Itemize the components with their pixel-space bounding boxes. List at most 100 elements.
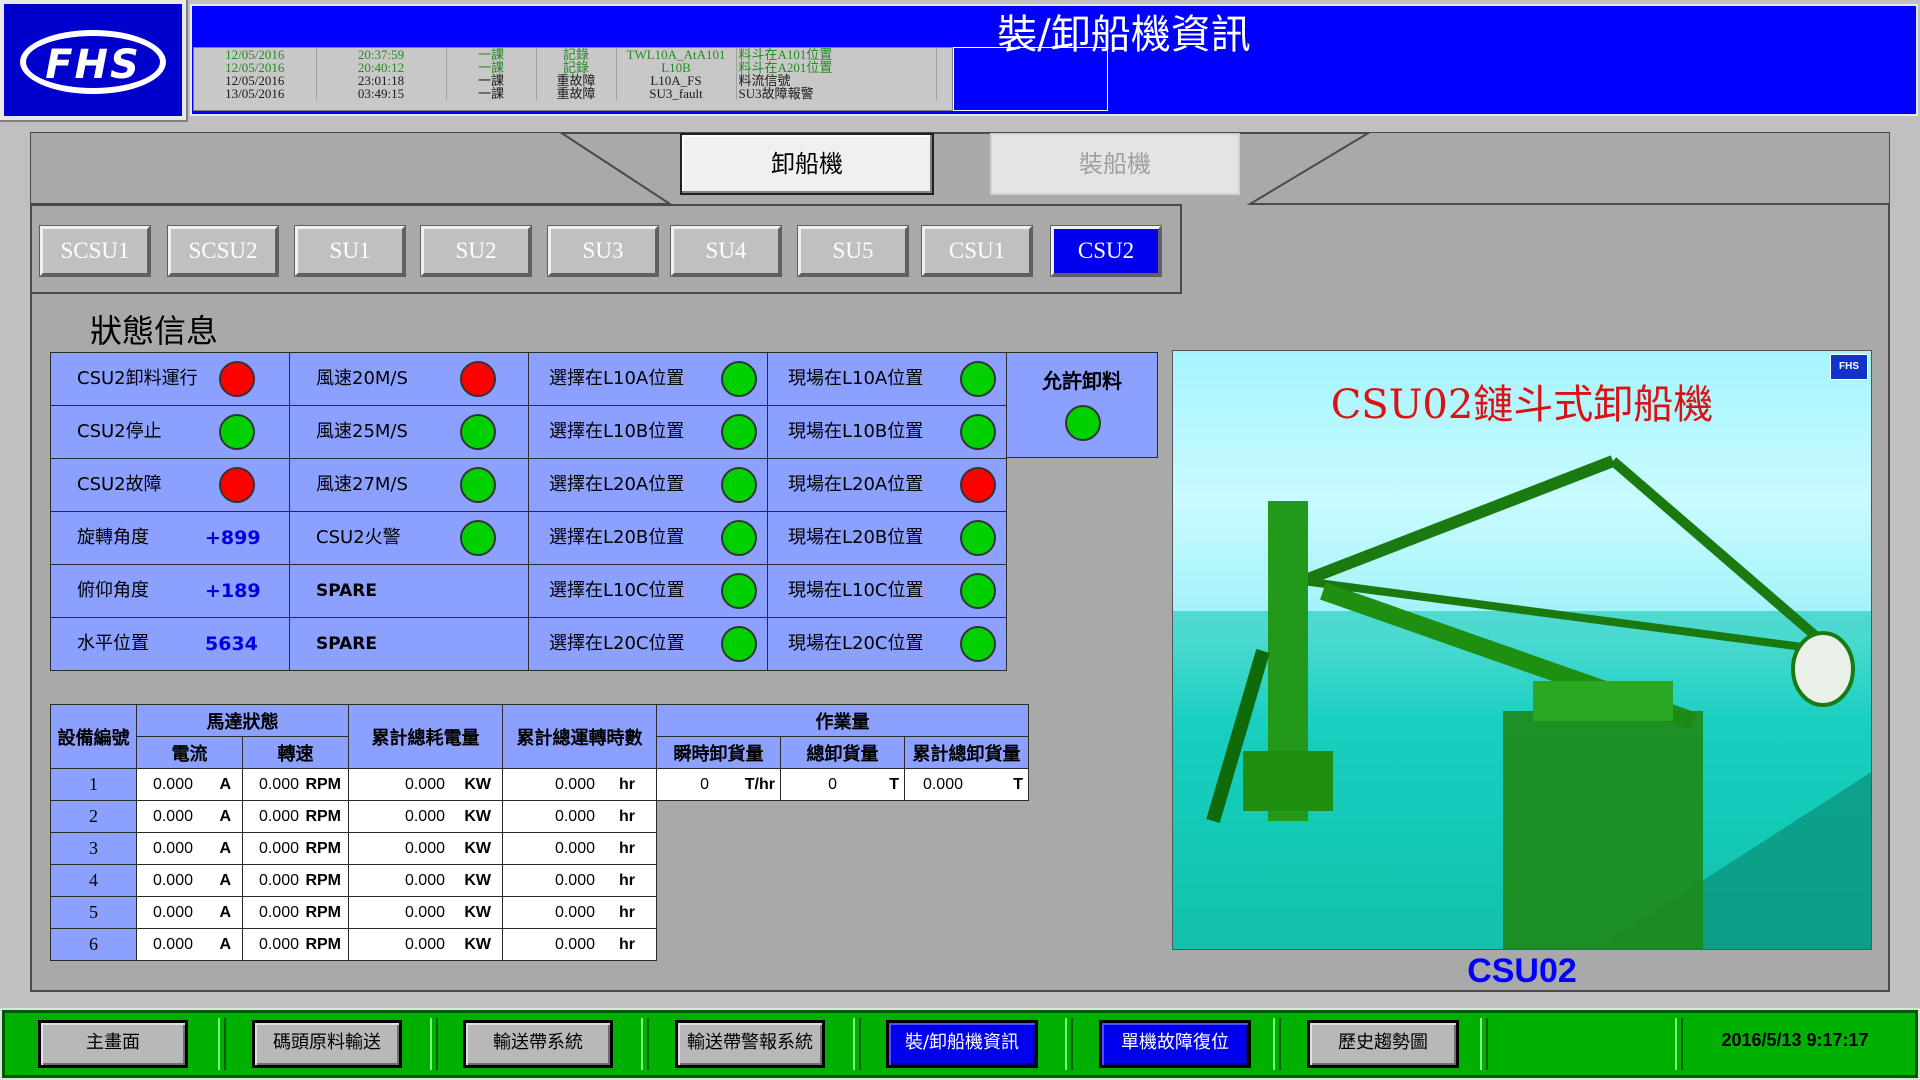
unit-button-scsu1[interactable]: SCSU1 <box>39 225 151 277</box>
runtime-value: 0.000 <box>554 903 595 921</box>
current-cell: 0.000 A <box>136 832 243 865</box>
status-label: 水平位置 <box>77 633 149 654</box>
speed-cell: 0.000 RPM <box>242 832 349 865</box>
status-label: 風速20M/S <box>316 368 408 389</box>
current-value: 0.000 <box>152 775 193 793</box>
speed-unit: RPM <box>305 839 341 857</box>
status-lamp-green-icon <box>219 414 255 450</box>
status-cell: SPARE <box>289 617 529 671</box>
status-label: SPARE <box>316 581 378 601</box>
runtime-value: 0.000 <box>554 935 595 953</box>
nav-button-7[interactable]: 歷史趨勢圖 <box>1307 1020 1459 1068</box>
unit-button-su5[interactable]: SU5 <box>797 225 909 277</box>
nav-button-5[interactable]: 裝/卸船機資訊 <box>886 1020 1038 1068</box>
status-cell: 選擇在L20A位置 <box>528 458 768 512</box>
nav-button-6[interactable]: 單機故障復位 <box>1099 1020 1251 1068</box>
col-device-no: 設備編號 <box>50 704 137 769</box>
table-row: 1 0.000 A 0.000 RPM 0.000 KW 0.000 hr 0 T/hr 0 T 0.00… <box>50 768 1029 801</box>
table-row: 3 0.000 A 0.000 RPM 0.000 KW 0.000 hr <box>50 832 1029 865</box>
permit-unload-cell: 允許卸料 <box>1006 352 1158 458</box>
unit-button-csu1[interactable]: CSU1 <box>921 225 1033 277</box>
status-cell: 現場在L10C位置 <box>767 564 1007 618</box>
unit-button-csu2[interactable]: CSU2 <box>1050 225 1162 277</box>
table-row: 5 0.000 A 0.000 RPM 0.000 KW 0.000 hr <box>50 896 1029 929</box>
status-label: 風速27M/S <box>316 474 408 495</box>
status-label: 現場在L10C位置 <box>788 580 924 601</box>
device-number: 5 <box>50 896 137 929</box>
runtime-unit: hr <box>619 775 635 793</box>
unit-button-scsu2[interactable]: SCSU2 <box>167 225 279 277</box>
unloader-tab-button[interactable]: 卸船機 <box>680 133 934 195</box>
status-cell: 選擇在L10B位置 <box>528 405 768 459</box>
runtime-cell: 0.000 hr <box>502 896 657 929</box>
status-label: 選擇在L10A位置 <box>549 368 685 389</box>
status-lamp-red-icon <box>219 361 255 397</box>
empty-cell <box>781 929 905 961</box>
footer-separator <box>853 1018 861 1070</box>
runtime-value: 0.000 <box>554 839 595 857</box>
status-cell: 風速25M/S <box>289 405 529 459</box>
event-type: 重故障 <box>536 87 617 100</box>
total-unit: T <box>889 775 899 793</box>
unit-button-su1[interactable]: SU1 <box>294 225 406 277</box>
empty-cell <box>657 929 781 961</box>
current-value: 0.000 <box>152 839 193 857</box>
energy-unit: KW <box>464 935 491 953</box>
current-unit: A <box>219 871 231 889</box>
status-lamp-green-icon <box>960 414 996 450</box>
status-lamp-green-icon <box>721 573 757 609</box>
photo-caption: CSU02 <box>1467 952 1577 990</box>
instant-value: 0 <box>700 775 709 793</box>
speed-unit: RPM <box>305 807 341 825</box>
speed-cell: 0.000 RPM <box>242 928 349 961</box>
event-time: 03:49:15 <box>316 87 447 100</box>
device-number: 6 <box>50 928 137 961</box>
nav-button-2[interactable]: 碼頭原料輸送 <box>252 1020 402 1068</box>
status-cell: SPARE <box>289 564 529 618</box>
event-log-row[interactable]: 13/05/2016 03:49:15 一課 重故障 SU3_fault SU3故障報警 <box>194 87 937 100</box>
event-log[interactable]: 12/05/2016 20:37:59 一課 記錄 TWL10A_AtA101 料斗在A1… <box>193 47 953 111</box>
runtime-unit: hr <box>619 903 635 921</box>
status-label: 現場在L20B位置 <box>788 527 924 548</box>
permit-label: 允許卸料 <box>1042 369 1122 393</box>
speed-cell: 0.000 RPM <box>242 800 349 833</box>
device-number: 4 <box>50 864 137 897</box>
col-total: 總卸貨量 <box>780 736 905 769</box>
status-lamp-green-icon <box>721 626 757 662</box>
table-row: 4 0.000 A 0.000 RPM 0.000 KW 0.000 hr <box>50 864 1029 897</box>
unit-button-su2[interactable]: SU2 <box>420 225 532 277</box>
empty-cell <box>905 865 1029 897</box>
speed-cell: 0.000 RPM <box>242 864 349 897</box>
col-instant: 瞬時卸貨量 <box>656 736 781 769</box>
status-lamp-green-icon <box>721 520 757 556</box>
cumulative-cell: 0.000 T <box>904 768 1029 801</box>
status-cell: 現場在L20C位置 <box>767 617 1007 671</box>
status-lamp-green-icon <box>721 467 757 503</box>
current-value: 0.000 <box>152 807 193 825</box>
status-cell: 現場在L10A位置 <box>767 352 1007 406</box>
speed-value: 0.000 <box>258 807 299 825</box>
event-date: 13/05/2016 <box>194 87 317 100</box>
status-label: 俯仰角度 <box>77 580 149 601</box>
col-energy: 累計總耗電量 <box>348 704 503 769</box>
current-value: 0.000 <box>152 871 193 889</box>
nav-button-1[interactable]: 主畫面 <box>38 1020 188 1068</box>
unit-button-su4[interactable]: SU4 <box>670 225 782 277</box>
runtime-value: 0.000 <box>554 775 595 793</box>
speed-cell: 0.000 RPM <box>242 896 349 929</box>
loader-tab-button[interactable]: 裝船機 <box>990 133 1240 195</box>
unit-button-su3[interactable]: SU3 <box>547 225 659 277</box>
energy-value: 0.000 <box>404 807 445 825</box>
nav-button-3[interactable]: 輸送帶系統 <box>463 1020 613 1068</box>
energy-cell: 0.000 KW <box>348 928 503 961</box>
empty-cell <box>657 865 781 897</box>
status-label: SPARE <box>316 634 378 654</box>
empty-cell <box>781 833 905 865</box>
energy-unit: KW <box>464 807 491 825</box>
status-value: +189 <box>205 580 261 602</box>
table-row: 6 0.000 A 0.000 RPM 0.000 KW 0.000 hr <box>50 928 1029 961</box>
col-cumulative: 累計總卸貨量 <box>904 736 1029 769</box>
nav-button-4[interactable]: 輸送帶警報系統 <box>675 1020 825 1068</box>
status-lamp-green-icon <box>721 361 757 397</box>
speed-value: 0.000 <box>258 903 299 921</box>
